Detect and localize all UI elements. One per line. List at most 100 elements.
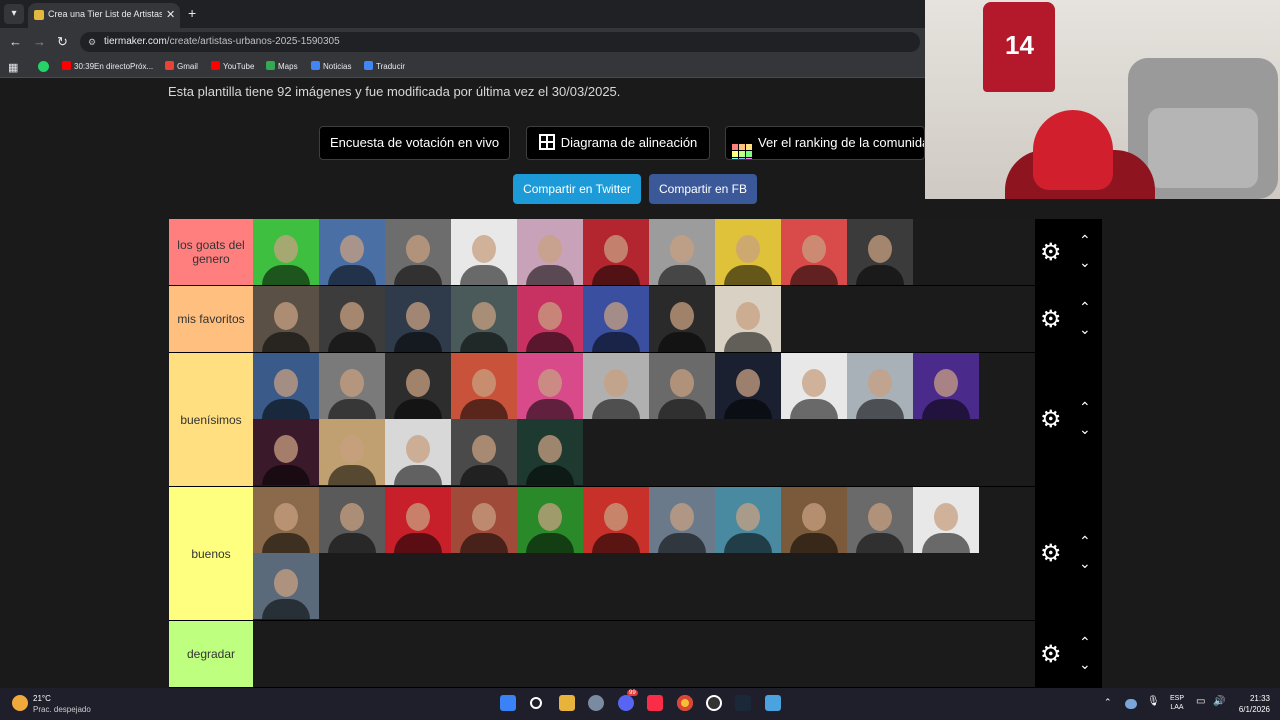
bookmark-item[interactable]: Gmail [165, 61, 198, 73]
artist-thumbnail[interactable] [847, 353, 913, 419]
artist-thumbnail[interactable] [913, 487, 979, 553]
chevron-up-icon[interactable]: ⌃ [1079, 233, 1091, 247]
tier-label[interactable]: mis favoritos [169, 286, 253, 352]
community-ranking-button[interactable]: Ver el ranking de la comunidad [725, 126, 925, 160]
chevron-down-icon[interactable]: ⌄ [1079, 255, 1091, 269]
new-tab-button[interactable]: + [188, 5, 196, 21]
artist-thumbnail[interactable] [451, 286, 517, 352]
discord-icon[interactable] [618, 695, 634, 711]
gear-icon[interactable]: ⚙ [1040, 408, 1062, 432]
back-arrow-icon[interactable]: ← [9, 34, 22, 49]
chevron-up-icon[interactable]: ⌃ [1079, 635, 1091, 649]
chevron-up-icon[interactable]: ⌃ [1079, 400, 1091, 414]
share-facebook-button[interactable]: Compartir en FB [649, 174, 757, 204]
artist-thumbnail[interactable] [253, 286, 319, 352]
search-icon[interactable] [530, 697, 542, 709]
artist-thumbnail[interactable] [253, 419, 319, 485]
music-icon[interactable] [647, 695, 663, 711]
alignment-chart-button[interactable]: Diagrama de alineación [526, 126, 710, 160]
artist-thumbnail[interactable] [847, 219, 913, 285]
tab-search-button[interactable]: ▾ [4, 4, 24, 24]
live-poll-button[interactable]: Encuesta de votación en vivo [319, 126, 510, 160]
steam-icon[interactable] [735, 695, 751, 711]
artist-thumbnail[interactable] [649, 286, 715, 352]
artist-thumbnail[interactable] [319, 219, 385, 285]
artist-thumbnail[interactable] [583, 286, 649, 352]
chevron-down-icon[interactable]: ⌄ [1079, 556, 1091, 570]
settings-icon[interactable] [588, 695, 604, 711]
gear-icon[interactable]: ⚙ [1040, 240, 1062, 265]
artist-thumbnail[interactable] [781, 487, 847, 553]
chevron-down-icon[interactable]: ⌄ [1079, 657, 1091, 671]
artist-thumbnail[interactable] [913, 353, 979, 419]
forward-arrow-icon[interactable]: → [33, 34, 46, 49]
site-info-icon[interactable]: ⚙ [88, 37, 96, 48]
artist-thumbnail[interactable] [649, 487, 715, 553]
apps-grid-icon[interactable]: ▦ [8, 61, 18, 74]
gear-icon[interactable]: ⚙ [1040, 307, 1062, 332]
chevron-up-icon[interactable]: ⌃ [1104, 698, 1112, 707]
artist-thumbnail[interactable] [385, 353, 451, 419]
artist-thumbnail[interactable] [781, 353, 847, 419]
artist-thumbnail[interactable] [715, 487, 781, 553]
microphone-icon[interactable]: 🎙 [1147, 697, 1160, 707]
chevron-up-icon[interactable]: ⌃ [1079, 300, 1091, 314]
artist-thumbnail[interactable] [451, 219, 517, 285]
artist-thumbnail[interactable] [319, 419, 385, 485]
browser-tab[interactable]: Crea una Tier List de Artistas Ur ✕ [28, 3, 180, 28]
bookmark-item[interactable]: Traducir [364, 61, 405, 73]
artist-thumbnail[interactable] [385, 419, 451, 485]
artist-thumbnail[interactable] [253, 487, 319, 553]
artist-thumbnail[interactable] [583, 219, 649, 285]
artist-thumbnail[interactable] [253, 353, 319, 419]
bookmark-item[interactable]: Maps [266, 61, 298, 73]
gear-icon[interactable]: ⚙ [1040, 542, 1062, 566]
artist-thumbnail[interactable] [385, 487, 451, 553]
chrome-icon[interactable] [677, 695, 693, 711]
artist-thumbnail[interactable] [517, 219, 583, 285]
artist-thumbnail[interactable] [451, 419, 517, 485]
weather-sun-icon[interactable] [12, 695, 28, 711]
bookmark-item[interactable]: 30:39En directoPróx... [62, 61, 153, 73]
artist-thumbnail[interactable] [583, 353, 649, 419]
tier-label[interactable]: buenos [169, 487, 253, 620]
file-explorer-icon[interactable] [559, 695, 575, 711]
reload-icon[interactable]: ↻ [57, 34, 68, 50]
artist-thumbnail[interactable] [517, 487, 583, 553]
artist-thumbnail[interactable] [451, 353, 517, 419]
artist-thumbnail[interactable] [517, 353, 583, 419]
chevron-down-icon[interactable]: ⌄ [1079, 322, 1091, 336]
notepad-icon[interactable] [765, 695, 781, 711]
gear-icon[interactable]: ⚙ [1040, 642, 1062, 667]
artist-thumbnail[interactable] [847, 487, 913, 553]
whatsapp-icon[interactable] [38, 61, 49, 72]
language-indicator[interactable]: ESP LAA [1168, 694, 1186, 712]
artist-thumbnail[interactable] [253, 219, 319, 285]
artist-thumbnail[interactable] [517, 419, 583, 485]
onedrive-icon[interactable] [1125, 699, 1137, 709]
start-icon[interactable] [500, 695, 516, 711]
display-icon[interactable]: ▭ [1196, 697, 1205, 707]
address-bar[interactable]: ⚙ tiermaker.com/create/artistas-urbanos-… [80, 32, 920, 52]
volume-icon[interactable]: 🔊 [1213, 697, 1225, 707]
artist-thumbnail[interactable] [253, 553, 319, 619]
artist-thumbnail[interactable] [649, 219, 715, 285]
artist-thumbnail[interactable] [715, 219, 781, 285]
bookmark-item[interactable]: YouTube [211, 61, 254, 73]
artist-thumbnail[interactable] [649, 353, 715, 419]
artist-thumbnail[interactable] [385, 219, 451, 285]
artist-thumbnail[interactable] [715, 353, 781, 419]
chevron-down-icon[interactable]: ⌄ [1079, 422, 1091, 436]
artist-thumbnail[interactable] [319, 286, 385, 352]
clock[interactable]: 21:33 6/1/2026 [1232, 693, 1270, 715]
tier-label[interactable]: los goats del genero [169, 219, 253, 285]
artist-thumbnail[interactable] [319, 487, 385, 553]
obs-icon[interactable] [706, 695, 722, 711]
artist-thumbnail[interactable] [583, 487, 649, 553]
share-twitter-button[interactable]: Compartir en Twitter [513, 174, 641, 204]
close-icon[interactable]: ✕ [166, 8, 175, 21]
tier-label[interactable]: buenísimos [169, 353, 253, 486]
artist-thumbnail[interactable] [451, 487, 517, 553]
chevron-up-icon[interactable]: ⌃ [1079, 534, 1091, 548]
artist-thumbnail[interactable] [715, 286, 781, 352]
